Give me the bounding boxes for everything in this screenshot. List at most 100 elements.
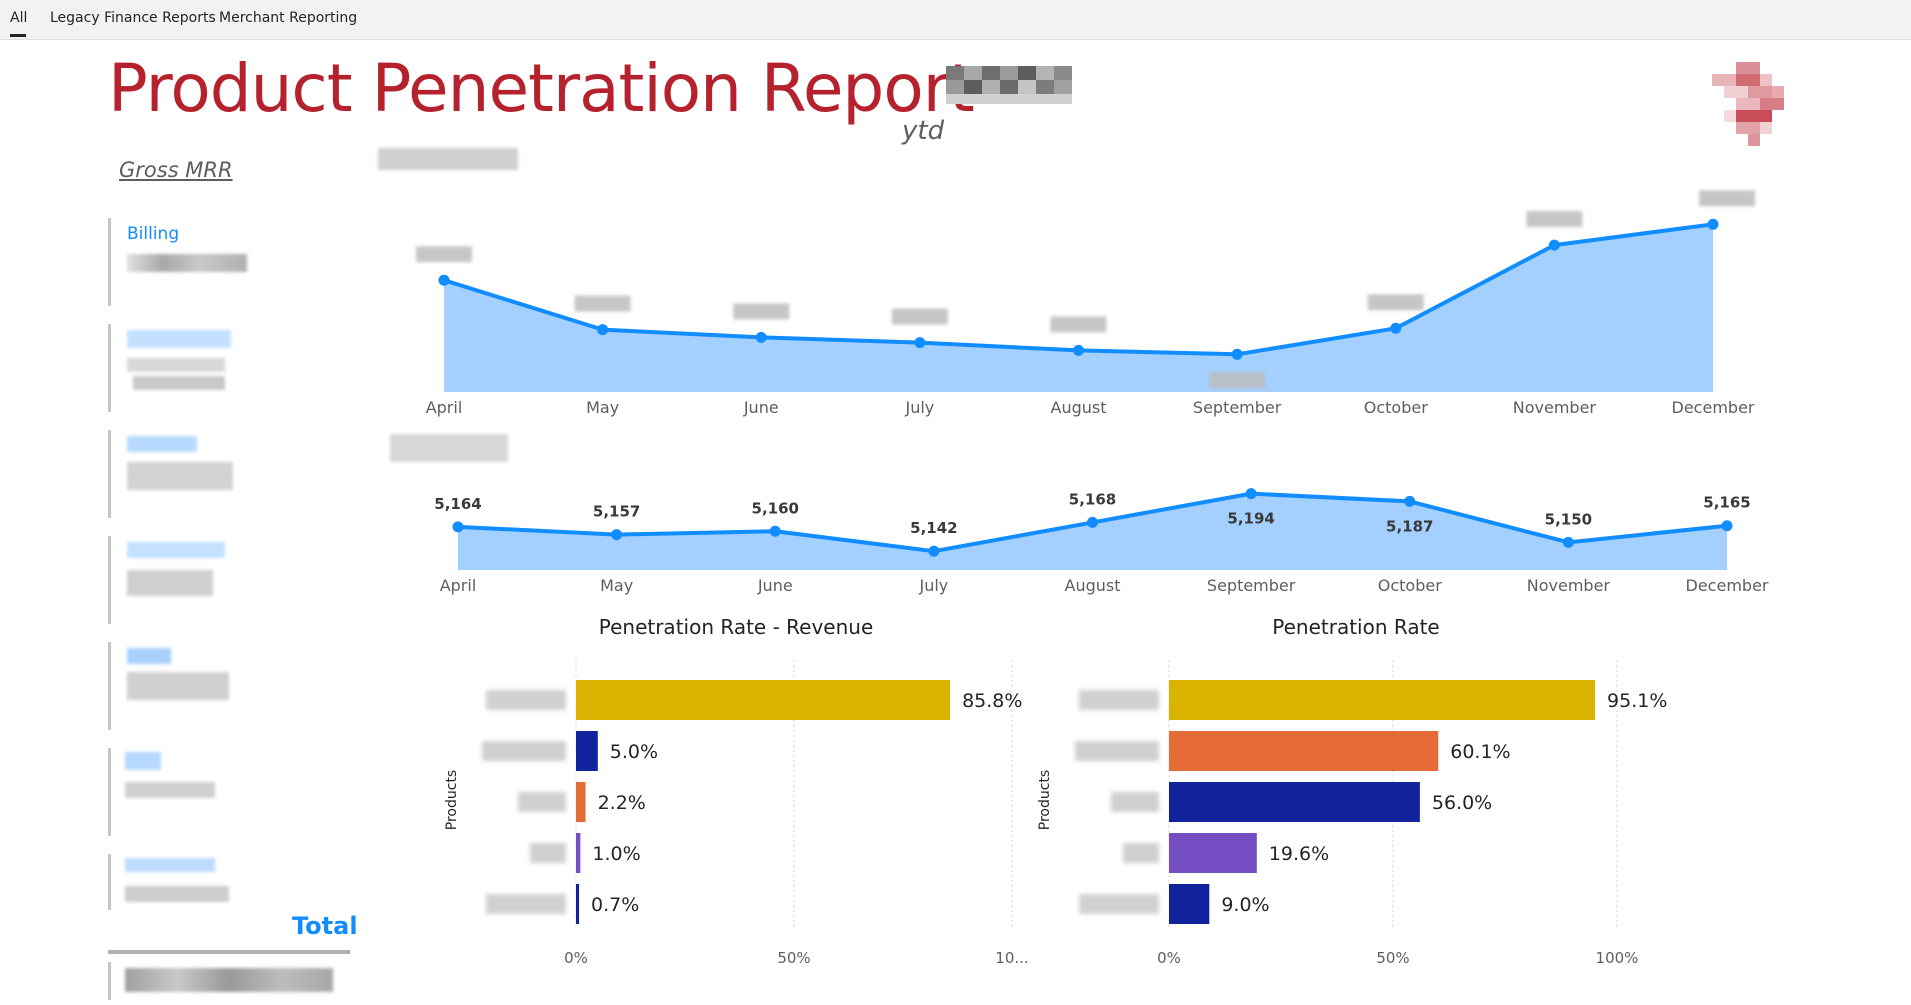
redacted-value	[127, 254, 247, 272]
data-point	[1707, 218, 1719, 230]
redacted-value	[127, 570, 213, 596]
data-label: 5,164	[434, 495, 481, 513]
x-tick-label: April	[426, 398, 463, 417]
bar	[1169, 833, 1257, 873]
data-label: 19.6%	[1269, 843, 1329, 865]
redacted-category-label	[518, 792, 566, 812]
x-tick-label: December	[1686, 576, 1769, 595]
redacted-card-title	[125, 752, 161, 770]
tab-legacy-finance-reports[interactable]: Legacy Finance Reports	[50, 10, 216, 26]
data-point	[1087, 516, 1098, 528]
data-point	[452, 521, 464, 533]
x-tick-label: 100%	[1596, 949, 1639, 967]
redacted-chart-title	[378, 148, 518, 170]
kpi-card-total[interactable]	[108, 962, 351, 1000]
data-label: 95.1%	[1607, 690, 1667, 712]
data-point	[438, 274, 450, 286]
kpi-card[interactable]	[108, 854, 351, 910]
data-label: 5,187	[1386, 517, 1433, 535]
redacted-card-title	[127, 648, 171, 664]
bar	[576, 680, 951, 720]
monthly-area-chart-2: April 5,164 May 5,157 June 5,160 July 5,142 Augu…	[434, 488, 1769, 595]
data-point	[1404, 495, 1416, 507]
kpi-card-title: Billing	[127, 224, 180, 244]
x-tick-label: September	[1207, 576, 1296, 595]
data-point	[928, 545, 940, 557]
data-label: 5.0%	[610, 741, 658, 763]
redacted-category-label	[1123, 843, 1159, 863]
x-tick-label: July	[904, 398, 934, 417]
data-label: 56.0%	[1432, 792, 1492, 814]
redacted-data-label	[1367, 294, 1424, 311]
redacted-data-label	[891, 308, 948, 325]
redacted-card-title	[127, 436, 197, 452]
x-tick-label: 0%	[1157, 949, 1181, 967]
data-point	[914, 337, 926, 349]
redacted-data-label	[416, 246, 472, 263]
bar	[576, 884, 580, 924]
kpi-card[interactable]	[108, 642, 351, 730]
ytd-label: ytd	[902, 116, 945, 146]
x-tick-label: 50%	[1376, 949, 1409, 967]
data-point	[755, 331, 767, 343]
x-tick-label: April	[440, 576, 477, 595]
redacted-card-title	[127, 542, 225, 558]
x-tick-label: 0%	[564, 949, 588, 967]
data-label: 5,142	[910, 519, 957, 537]
tab-merchant-reporting[interactable]: Merchant Reporting	[219, 10, 357, 26]
data-point	[1231, 348, 1243, 360]
data-point	[1390, 322, 1402, 334]
data-label: 60.1%	[1450, 741, 1510, 763]
data-label: 1.0%	[592, 843, 640, 865]
x-tick-label: May	[600, 576, 633, 595]
data-point	[611, 529, 623, 541]
data-label: 5,160	[752, 499, 799, 517]
bar	[1169, 731, 1439, 771]
x-tick-label: August	[1065, 576, 1121, 595]
x-tick-label: December	[1672, 398, 1755, 417]
kpi-card[interactable]	[108, 430, 351, 518]
redacted-category-label	[1079, 690, 1159, 710]
bar	[1169, 680, 1596, 720]
redacted-value	[127, 462, 233, 490]
data-point	[1073, 344, 1084, 356]
chart-title: Penetration Rate - Revenue	[599, 615, 874, 639]
monthly-area-chart-1: April May June July August September October No…	[416, 190, 1755, 417]
chart-title: Penetration Rate	[1272, 615, 1439, 639]
report-tab-bar: All Legacy Finance Reports Merchant Repo…	[0, 0, 1911, 40]
tab-all[interactable]: All	[10, 10, 27, 26]
redacted-data-label	[1526, 211, 1583, 228]
data-label: 2.2%	[598, 792, 646, 814]
redacted-category-label	[1111, 792, 1159, 812]
x-tick-label: November	[1527, 576, 1611, 595]
redacted-category-label	[1075, 741, 1159, 761]
bar	[576, 782, 586, 822]
total-label: Total	[292, 912, 358, 940]
kpi-card[interactable]	[108, 536, 351, 624]
kpi-card[interactable]	[108, 324, 351, 412]
gross-mrr-link[interactable]: Gross MRR	[119, 158, 233, 182]
kpi-card-billing[interactable]: Billing	[108, 218, 351, 306]
redacted-data-label	[733, 303, 790, 320]
data-point	[1548, 239, 1560, 251]
total-divider	[108, 950, 350, 954]
kpi-card[interactable]	[108, 748, 351, 836]
redacted-category-label	[486, 690, 566, 710]
bar	[1169, 782, 1420, 822]
redacted-data-label	[1699, 190, 1755, 207]
redacted-category-label	[482, 741, 566, 761]
x-tick-label: May	[586, 398, 619, 417]
y-axis-label: Products	[1037, 770, 1053, 830]
redacted-category-label	[486, 894, 566, 914]
data-label: 0.7%	[591, 894, 639, 916]
redacted-category-label	[1079, 894, 1159, 914]
redacted-value	[133, 376, 225, 390]
x-tick-label: 50%	[777, 949, 810, 967]
x-tick-label: June	[757, 576, 793, 595]
x-tick-label: October	[1364, 398, 1428, 417]
data-label: 85.8%	[962, 690, 1022, 712]
area-fill	[444, 224, 1713, 392]
x-tick-label: September	[1193, 398, 1282, 417]
x-tick-label: August	[1051, 398, 1107, 417]
data-label: 5,168	[1069, 490, 1116, 508]
